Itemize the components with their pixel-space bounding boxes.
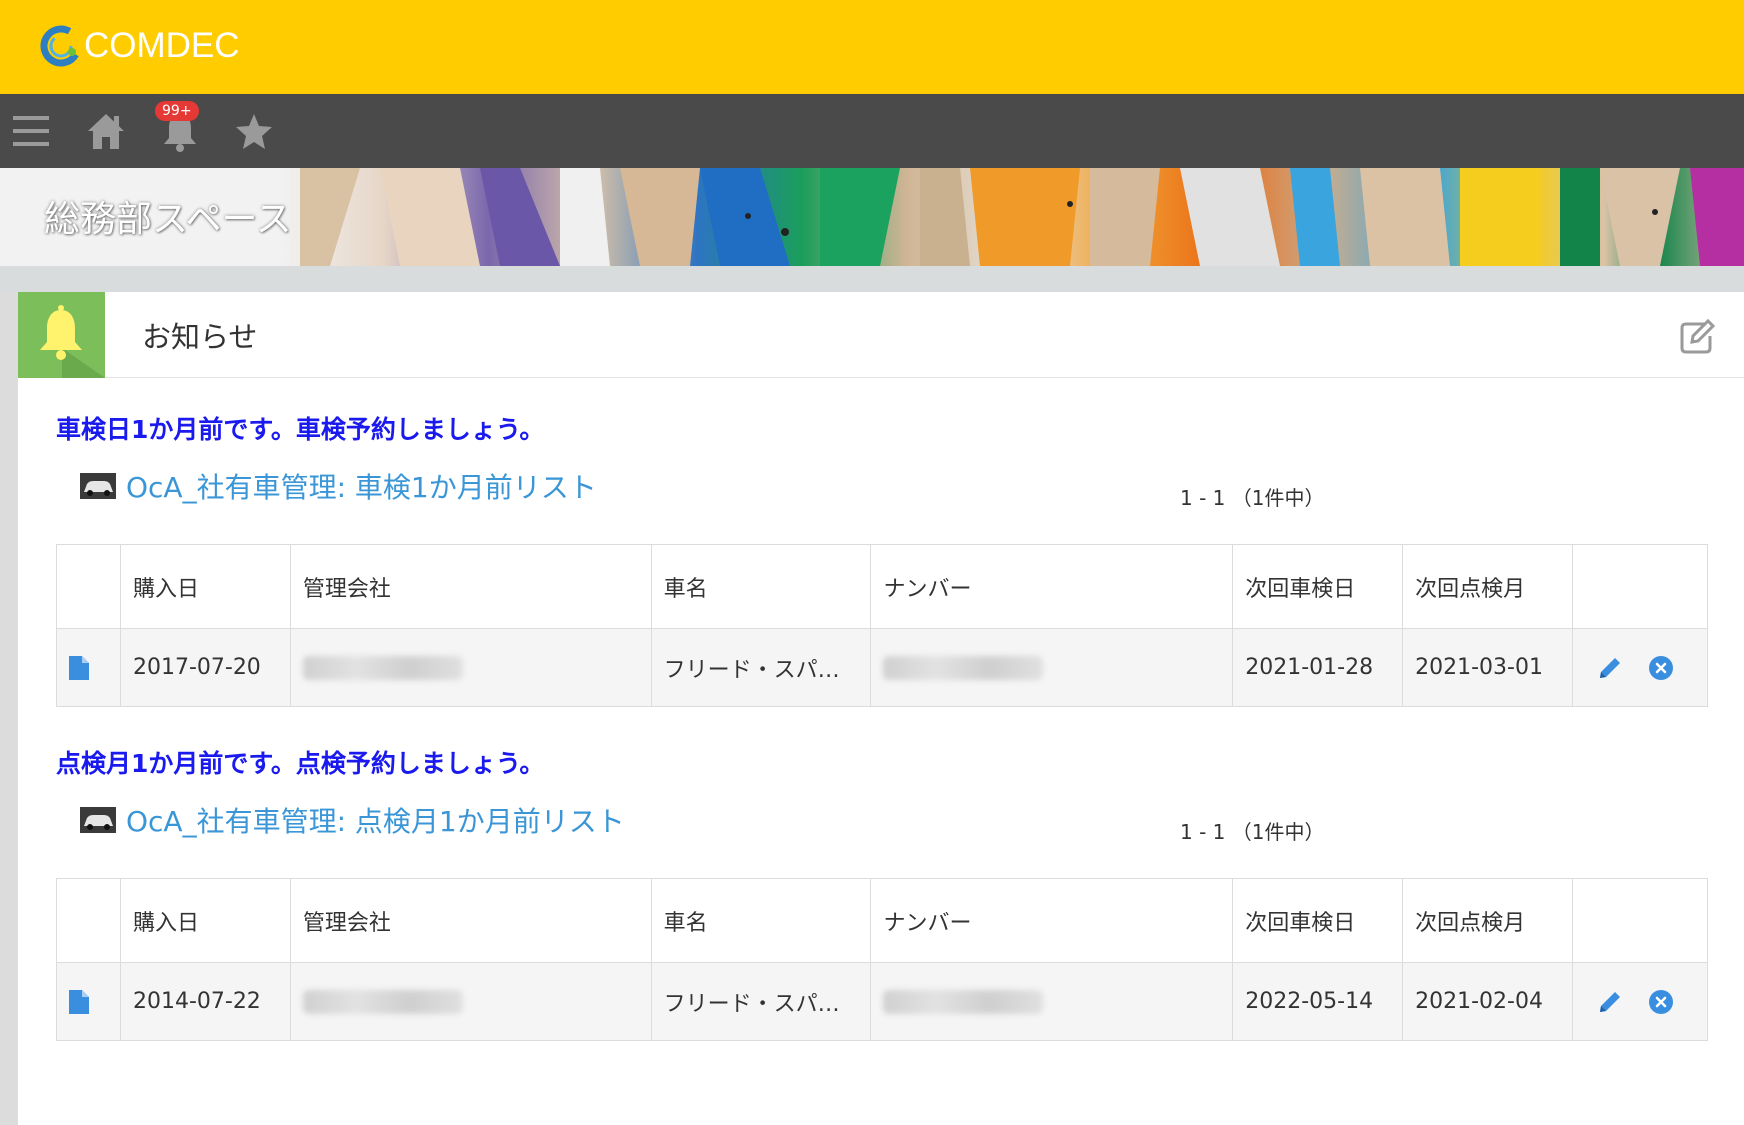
pager: 1 - 1 （1件中） — [1180, 820, 1325, 844]
notice-panel: お知らせ 車検日1か月前です。車検予約しましょう。 OcA_社有車管理: 車検1… — [18, 292, 1744, 1125]
redacted-text — [302, 990, 463, 1014]
delete-circle-icon[interactable] — [1648, 655, 1674, 681]
plate-number-cell — [870, 628, 1234, 707]
management-company-cell — [289, 962, 652, 1041]
next-check-month-cell: 2021-03-01 — [1402, 628, 1574, 707]
table-header[interactable]: 次回点検月 — [1402, 544, 1574, 629]
table-header[interactable]: 次回車検日 — [1232, 544, 1404, 629]
list-link-text: OcA_社有車管理: 点検月1か月前リスト — [126, 805, 625, 838]
table-row: 2014-07-22 フリード・スパ… 2022-05-14 2021-02-0… — [56, 962, 1708, 1041]
table-header-row: 購入日 管理会社 車名 ナンバー 次回車検日 次回点検月 — [56, 878, 1708, 963]
table-header[interactable]: 次回車検日 — [1232, 878, 1404, 963]
redacted-text — [302, 656, 463, 680]
purchase-date-cell: 2014-07-22 — [119, 962, 291, 1041]
next-inspection-date-cell: 2022-05-14 — [1232, 962, 1404, 1041]
pager: 1 - 1 （1件中） — [1180, 486, 1325, 510]
panel-icon-box — [18, 292, 105, 378]
comdec-logo-icon — [40, 25, 82, 67]
page-background-top — [0, 266, 1744, 292]
table-header[interactable]: 管理会社 — [289, 878, 652, 963]
purchase-date-cell: 2017-07-20 — [119, 628, 291, 707]
row-actions-cell — [1572, 962, 1708, 1041]
edit-pencil-icon[interactable] — [1597, 989, 1623, 1015]
record-detail-cell — [56, 628, 121, 707]
table-header-blank — [1572, 544, 1708, 629]
comdec-logo[interactable]: COMDEC — [40, 24, 240, 68]
table-header-blank — [56, 544, 121, 629]
home-icon — [88, 114, 124, 149]
car-name-cell: フリード・スパ… — [650, 628, 872, 707]
next-check-month-cell: 2021-02-04 — [1402, 962, 1574, 1041]
record-detail-cell — [56, 962, 121, 1041]
table-header-blank — [1572, 878, 1708, 963]
favorites-button[interactable] — [232, 108, 276, 154]
top-bar: COMDEC — [0, 0, 1744, 94]
notice-text: 点検月1か月前です。点検予約しましょう。 — [56, 749, 545, 778]
plate-number-cell — [870, 962, 1234, 1041]
list-link[interactable]: OcA_社有車管理: 車検1か月前リスト — [80, 466, 597, 506]
home-button[interactable] — [84, 108, 128, 154]
car-icon — [80, 473, 116, 499]
table-header[interactable]: 購入日 — [119, 544, 291, 629]
car-icon — [80, 807, 116, 833]
table-header-blank — [56, 878, 121, 963]
table-header[interactable]: 車名 — [650, 878, 872, 963]
list-link-text: OcA_社有車管理: 車検1か月前リスト — [126, 471, 597, 504]
delete-circle-icon[interactable] — [1648, 989, 1674, 1015]
space-title: 総務部スペース — [44, 199, 292, 240]
management-company-cell — [289, 628, 652, 707]
nav-bar — [0, 94, 1744, 168]
records-table: 購入日 管理会社 車名 ナンバー 次回車検日 次回点検月 — [56, 544, 1708, 707]
row-actions-cell — [1572, 628, 1708, 707]
records-table: 購入日 管理会社 車名 ナンバー 次回車検日 次回点検月 — [56, 878, 1708, 1041]
table-header[interactable]: 車名 — [650, 544, 872, 629]
table-header[interactable]: ナンバー — [870, 544, 1234, 629]
table-header[interactable]: ナンバー — [870, 878, 1234, 963]
table-header[interactable]: 次回点検月 — [1402, 878, 1574, 963]
table-row: 2017-07-20 フリード・スパ… 2021-01-28 2021-03-0… — [56, 628, 1708, 707]
table-header[interactable]: 管理会社 — [289, 544, 652, 629]
notification-badge: 99+ — [155, 101, 199, 121]
menu-button[interactable] — [10, 108, 52, 154]
table-header-row: 購入日 管理会社 車名 ナンバー 次回車検日 次回点検月 — [56, 544, 1708, 629]
document-icon[interactable] — [69, 990, 89, 1014]
redacted-text — [883, 990, 1044, 1014]
hamburger-icon — [13, 116, 49, 146]
car-name-cell: フリード・スパ… — [650, 962, 872, 1041]
edit-panel-button[interactable] — [1676, 316, 1716, 356]
bell-icon — [40, 305, 105, 378]
star-icon — [236, 114, 272, 149]
document-icon[interactable] — [69, 656, 89, 680]
redacted-text — [883, 656, 1044, 680]
edit-square-icon — [1680, 318, 1716, 354]
notice-text: 車検日1か月前です。車検予約しましょう。 — [56, 415, 545, 444]
table-header[interactable]: 購入日 — [119, 878, 291, 963]
list-link[interactable]: OcA_社有車管理: 点検月1か月前リスト — [80, 800, 625, 840]
edit-pencil-icon[interactable] — [1597, 655, 1623, 681]
panel-header: お知らせ — [18, 292, 1744, 378]
next-inspection-date-cell: 2021-01-28 — [1232, 628, 1404, 707]
space-banner: 総務部スペース — [0, 168, 1744, 266]
logo-text: COMDEC — [84, 26, 240, 65]
panel-title: お知らせ — [142, 320, 258, 354]
